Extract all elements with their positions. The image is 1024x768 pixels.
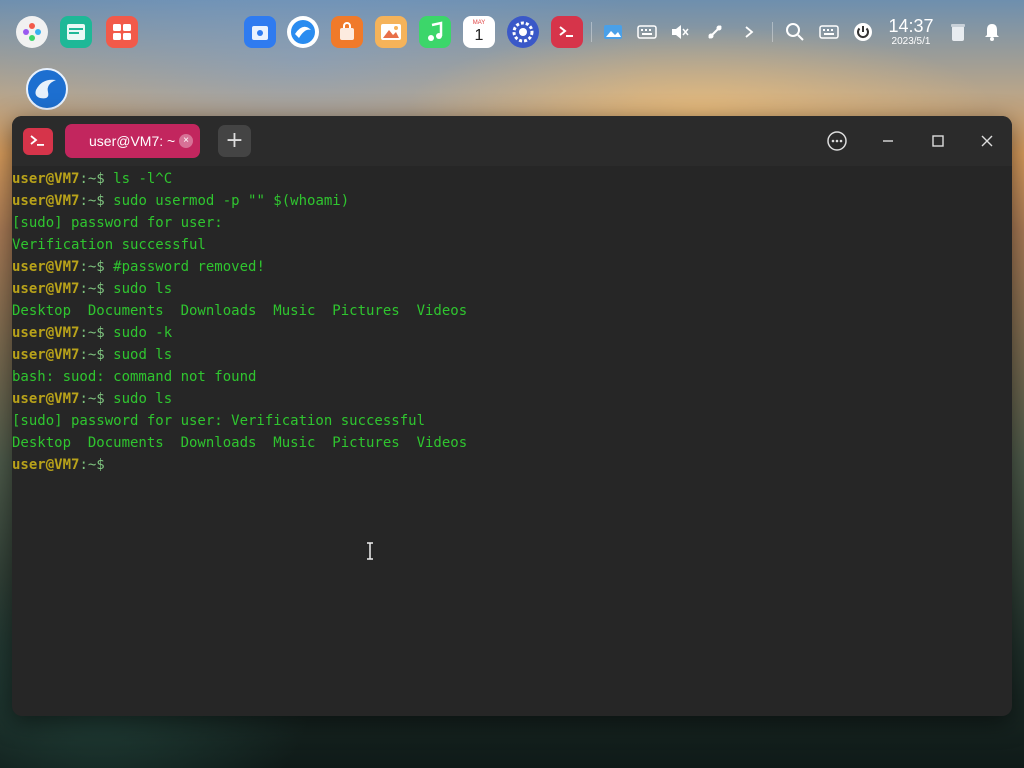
command-text: sudo -k [113,325,173,341]
keyboard-layout-icon[interactable] [817,20,841,44]
tray-separator [772,22,773,42]
minimize-icon[interactable] [877,130,899,152]
tab-close-icon[interactable]: × [179,134,193,148]
command-text: suod ls [113,347,173,363]
output-line: Verification successful [12,237,206,253]
prompt-user: user@VM7 [12,457,80,473]
prompt-path: :~$ [79,391,114,407]
calendar-month: MAY [472,20,486,26]
text-cursor-icon [366,542,374,560]
launcher-icon[interactable] [16,16,48,48]
music-icon[interactable] [419,16,451,48]
command-text: #password removed! [113,259,265,275]
image-viewer-icon[interactable] [375,16,407,48]
shopping-bag-icon[interactable] [331,16,363,48]
prompt-user: user@VM7 [12,325,80,341]
calendar-icon[interactable]: MAY 1 [463,16,495,48]
notification-bell-icon[interactable] [980,20,1004,44]
power-icon[interactable] [851,20,875,44]
prompt-line: user@VM7:~$ sudo ls [12,278,1012,300]
tab-terminal[interactable]: user@VM7: ~ × [65,124,200,158]
more-options-icon[interactable] [826,130,848,152]
clock[interactable]: 14:37 2023/5/1 [882,16,940,48]
prompt-path: :~$ [79,457,114,473]
titlebar[interactable]: user@VM7: ~ × + [12,116,1012,166]
browser-icon[interactable] [287,16,319,48]
prompt-path: :~$ [79,171,114,187]
app-store-icon[interactable] [244,16,276,48]
settings-gear-icon[interactable] [507,16,539,48]
terminal-icon[interactable] [551,16,583,48]
volume-muted-icon[interactable] [668,20,692,44]
clock-time: 14:37 [888,16,934,36]
tab-label: user@VM7: ~ [89,133,176,149]
output-line: Desktop Documents Downloads Music Pictur… [12,303,468,319]
deepin-logo-icon[interactable] [26,68,68,110]
output-line: [sudo] password for user: [12,215,223,231]
terminal-window: user@VM7: ~ × + user@VM7:~$ ls -l^C user@… [12,116,1012,716]
network-icon[interactable] [703,20,727,44]
screenshot-icon[interactable] [601,20,625,44]
prompt-user: user@VM7 [12,347,80,363]
prompt-line: user@VM7:~$ sudo ls [12,388,1012,410]
prompt-user: user@VM7 [12,391,80,407]
command-text: sudo ls [113,391,173,407]
prompt-line: user@VM7:~$ [12,454,1012,476]
maximize-icon[interactable] [927,130,949,152]
prompt-user: user@VM7 [12,171,80,187]
prompt-line: user@VM7:~$ suod ls [12,344,1012,366]
prompt-path: :~$ [79,325,114,341]
search-icon[interactable] [783,20,807,44]
prompt-line: user@VM7:~$ ls -l^C [12,168,1012,190]
prompt-line: user@VM7:~$ #password removed! [12,256,1012,278]
clock-date: 2023/5/1 [891,36,931,47]
prompt-path: :~$ [79,347,114,363]
prompt-path: :~$ [79,259,114,275]
prompt-user: user@VM7 [12,193,80,209]
trash-icon[interactable] [946,20,970,44]
file-manager-icon[interactable] [60,16,92,48]
close-icon[interactable] [976,130,998,152]
prompt-user: user@VM7 [12,281,80,297]
terminal-app-icon[interactable] [23,128,53,155]
command-text: sudo ls [113,281,173,297]
prompt-line: user@VM7:~$ sudo usermod -p "" $(whoami) [12,190,1012,212]
command-text: sudo usermod -p "" $(whoami) [113,193,350,209]
calendar-day: 1 [474,27,484,44]
onscreen-keyboard-icon[interactable] [635,20,659,44]
output-line: bash: suod: command not found [12,369,257,385]
output-line: [sudo] password for user: Verification s… [12,413,426,429]
new-tab-button[interactable]: + [218,125,251,157]
multitask-icon[interactable] [106,16,138,48]
dock-separator [591,22,592,42]
output-line: Desktop Documents Downloads Music Pictur… [12,435,468,451]
prompt-line: user@VM7:~$ sudo -k [12,322,1012,344]
prompt-path: :~$ [79,281,114,297]
prompt-path: :~$ [79,193,114,209]
terminal-output[interactable]: user@VM7:~$ ls -l^C user@VM7:~$ sudo user… [12,168,1012,716]
tray-expand-chevron-icon[interactable] [737,20,761,44]
prompt-user: user@VM7 [12,259,80,275]
command-text: ls -l^C [113,171,173,187]
top-dock: MAY 1 14:37 2023/5/1 [0,0,1024,64]
